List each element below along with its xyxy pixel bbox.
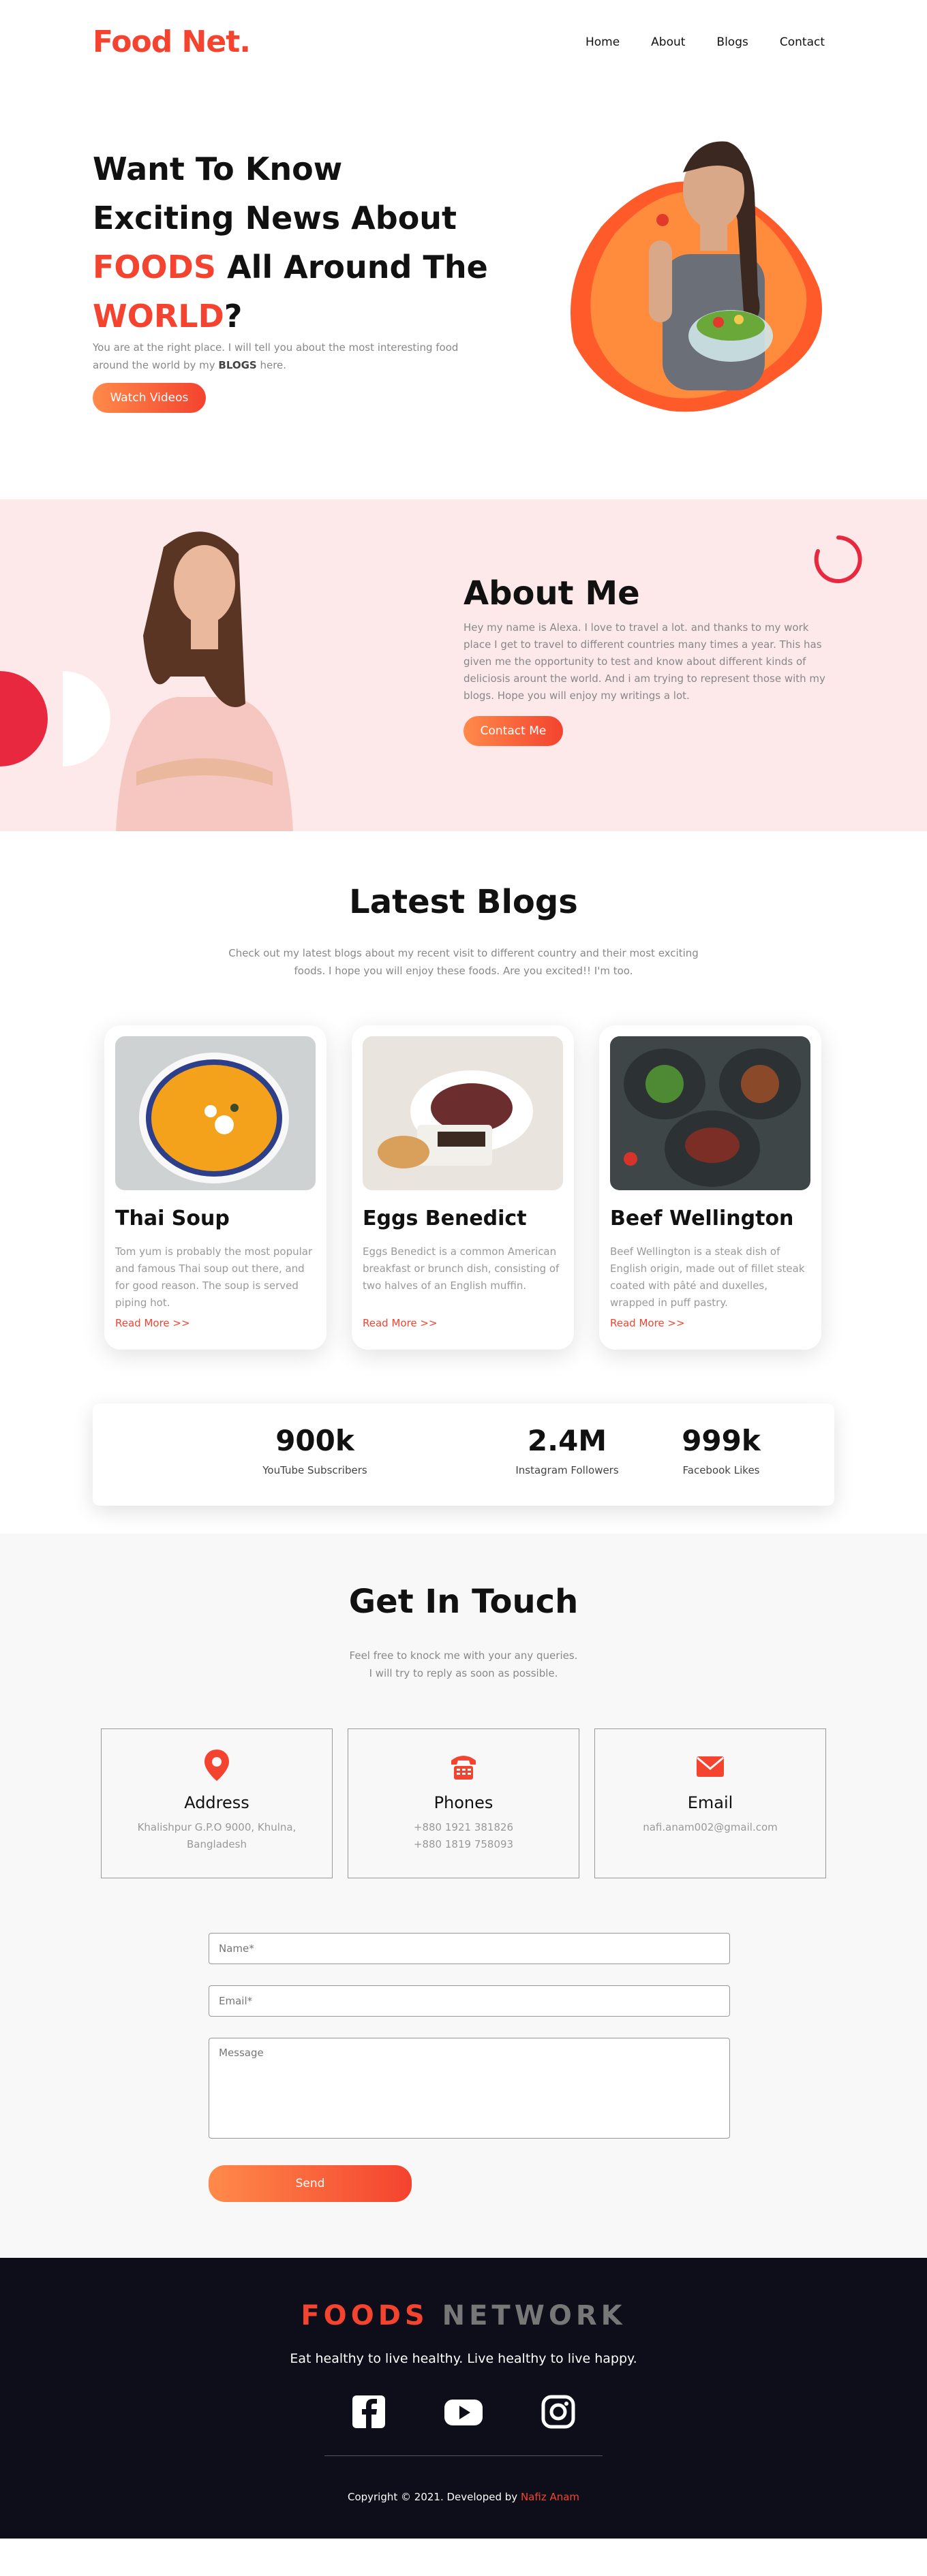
address-line-1: Khalishpur G.P.O 9000, Khulna,: [137, 1821, 297, 1833]
stat-instagram: 2.4M Instagram Followers: [478, 1424, 656, 1476]
read-more-link[interactable]: Read More >>: [610, 1317, 685, 1329]
youtube-icon[interactable]: [443, 2391, 484, 2432]
about-section: About Me Hey my name is Alexa. I love to…: [0, 499, 927, 831]
about-woman-image: [0, 531, 293, 831]
email-input[interactable]: [209, 1985, 730, 2017]
read-more-link[interactable]: Read More >>: [363, 1317, 438, 1329]
top-navbar: Food Net. Home About Blogs Contact: [0, 0, 927, 85]
hero-line-2: Exciting News About: [93, 200, 457, 236]
address-line-2: Bangladesh: [187, 1838, 247, 1850]
stat-label: Facebook Likes: [682, 1464, 760, 1476]
about-description: Hey my name is Alexa. I love to travel a…: [464, 621, 825, 702]
contact-title: Get In Touch: [348, 1583, 579, 1621]
blogs-description: Check out my latest blogs about my recen…: [228, 947, 699, 977]
send-button[interactable]: Send: [209, 2165, 412, 2202]
facebook-icon[interactable]: [348, 2391, 389, 2432]
name-input[interactable]: [209, 1933, 730, 1964]
email-title: Email: [687, 1793, 733, 1812]
contact-description: Feel free to knock me with your any quer…: [0, 1647, 927, 1682]
eggs-benedict-image: [363, 1036, 563, 1190]
blog-card-text: Eggs Benedict is a common American break…: [363, 1245, 560, 1292]
footer-brand: FOODS NETWORK: [0, 2300, 927, 2331]
watch-videos-button[interactable]: Watch Videos: [93, 383, 206, 413]
phones-box: Phones +880 1921 381826 +880 1819 758093: [348, 1728, 579, 1878]
telephone-icon: [451, 1756, 476, 1780]
contact-me-button[interactable]: Contact Me: [464, 716, 563, 746]
stats-panel: 900k YouTube Subscribers 2.4M Instagram …: [93, 1403, 834, 1506]
nav-about-link[interactable]: About: [651, 35, 685, 49]
blog-card: Beef Wellington Beef Wellington is a ste…: [599, 1025, 821, 1350]
blog-card-title: Beef Wellington: [610, 1207, 794, 1230]
copyright: Copyright © 2021. Developed by Nafiz Ana…: [0, 2491, 927, 2503]
blog-card-text: Tom yum is probably the most popular and…: [115, 1245, 313, 1309]
stat-label: Instagram Followers: [515, 1464, 619, 1476]
contact-desc-line-2: I will try to reply as soon as possible.: [369, 1667, 558, 1679]
blogs-title: Latest Blogs: [349, 883, 578, 921]
stat-youtube: 900k YouTube Subscribers: [226, 1424, 404, 1476]
phone-line-1: +880 1921 381826: [413, 1821, 514, 1833]
hero-description: You are at the right place. I will tell …: [93, 339, 474, 374]
copyright-author[interactable]: Nafiz Anam: [521, 2491, 579, 2503]
blog-card: Eggs Benedict Eggs Benedict is a common …: [352, 1025, 574, 1350]
nav-contact-link[interactable]: Contact: [780, 35, 825, 49]
blog-card-text: Beef Wellington is a steak dish of Engli…: [610, 1245, 805, 1309]
hero-accent-world: WORLD: [93, 298, 224, 335]
hero-line-4: ?: [224, 298, 243, 335]
email-address: nafi.anam002@gmail.com: [643, 1821, 778, 1833]
hero-heading: Want To Know Exciting News About FOODS A…: [93, 144, 515, 341]
thai-soup-image: [115, 1036, 316, 1190]
stat-value: 900k: [275, 1424, 354, 1457]
address-title: Address: [184, 1793, 249, 1812]
address-box: Address Khalishpur G.P.O 9000, Khulna, B…: [101, 1728, 333, 1878]
nav-blogs-link[interactable]: Blogs: [716, 35, 748, 49]
main-menu: Home About Blogs Contact: [586, 35, 825, 49]
hero-line-1: Want To Know: [93, 151, 343, 187]
about-title: About Me: [464, 574, 640, 612]
hero-section: Want To Know Exciting News About FOODS A…: [0, 85, 927, 499]
footer-brand-foods: FOODS: [301, 2300, 429, 2331]
stat-value: 2.4M: [527, 1424, 607, 1457]
stat-label: YouTube Subscribers: [262, 1464, 367, 1476]
contact-section: Get In Touch Feel free to knock me with …: [0, 1534, 927, 2258]
footer: FOODS NETWORK Eat healthy to live health…: [0, 2258, 927, 2539]
hero-desc-bold: BLOGS: [218, 359, 257, 371]
hero-line-3: All Around The: [215, 249, 488, 285]
logo[interactable]: Food Net.: [93, 25, 251, 59]
blogs-section: Latest Blogs Check out my latest blogs a…: [0, 831, 927, 1403]
hero-woman-salad-image: [571, 141, 822, 412]
beef-wellington-image: [610, 1036, 810, 1190]
read-more-link[interactable]: Read More >>: [115, 1317, 190, 1329]
blog-card-title: Thai Soup: [115, 1207, 230, 1230]
footer-divider: [324, 2455, 603, 2456]
nav-home-link[interactable]: Home: [586, 35, 620, 49]
phones-title: Phones: [434, 1793, 493, 1812]
message-textarea[interactable]: [209, 2038, 730, 2139]
phone-line-2: +880 1819 758093: [413, 1838, 514, 1850]
hero-accent-foods: FOODS: [93, 249, 216, 285]
copyright-text: Copyright © 2021. Developed by: [347, 2491, 521, 2503]
contact-desc-line-1: Feel free to knock me with your any quer…: [349, 1649, 578, 1662]
envelope-icon: [697, 1756, 724, 1777]
location-pin-icon: [204, 1750, 229, 1781]
blog-card: Thai Soup Tom yum is probably the most p…: [104, 1025, 326, 1350]
instagram-icon[interactable]: [538, 2391, 579, 2432]
decorative-ring-icon: [814, 536, 862, 583]
stats-section: 900k YouTube Subscribers 2.4M Instagram …: [0, 1403, 927, 1534]
hero-desc-end: here.: [256, 359, 287, 371]
email-box: Email nafi.anam002@gmail.com: [594, 1728, 826, 1878]
stat-value: 999k: [682, 1424, 761, 1457]
footer-brand-network: NETWORK: [428, 2300, 626, 2331]
blog-card-title: Eggs Benedict: [363, 1207, 527, 1230]
stat-facebook: 999k Facebook Likes: [633, 1424, 810, 1476]
footer-tagline: Eat healthy to live healthy. Live health…: [290, 2351, 637, 2366]
